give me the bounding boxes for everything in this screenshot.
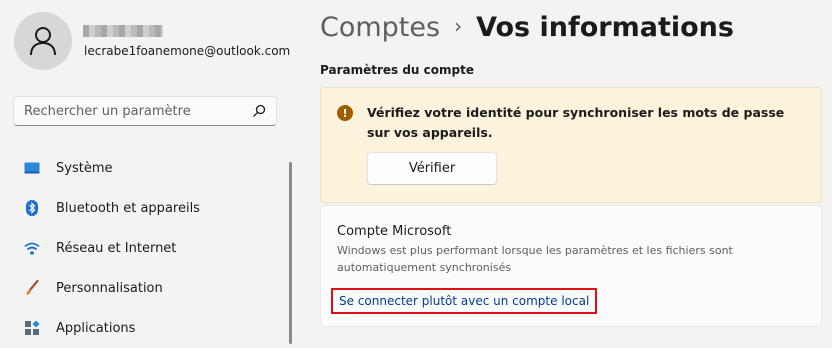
monitor-icon [24,160,40,176]
sidebar-scrollbar[interactable] [289,162,292,344]
sidebar-item-label: Bluetooth et appareils [56,200,200,216]
local-account-link[interactable]: Se connecter plutôt avec un compte local [331,288,598,314]
search-input[interactable]: Rechercher un paramètre [13,96,277,126]
sidebar-item-personnalisation[interactable]: Personnalisation [0,268,290,308]
card-description: Windows est plus performant lorsque les … [337,244,733,274]
breadcrumb-current: Vos informations [476,12,734,43]
page-title: Comptes › Vos informations [320,12,734,43]
search-icon[interactable] [252,104,266,118]
user-email: lecrabe1foanemone@outlook.com [84,44,291,58]
sidebar-item-label: Système [56,160,113,176]
sidebar-item-bluetooth[interactable]: Bluetooth et appareils [0,188,290,228]
person-icon [30,27,56,56]
apps-icon [24,320,40,336]
breadcrumb-parent[interactable]: Comptes [320,12,440,43]
sidebar-item-label: Réseau et Internet [56,240,177,256]
sidebar-nav: Système Bluetooth et appareils Réseau et… [0,148,290,348]
verify-button[interactable]: Vérifier [367,152,497,185]
avatar[interactable] [14,12,72,70]
microsoft-account-card: Compte Microsoft Windows est plus perfor… [320,205,822,327]
chevron-right-icon: › [454,14,463,38]
sidebar-item-label: Applications [56,320,136,336]
username-redacted [83,25,163,37]
sidebar-item-reseau[interactable]: Réseau et Internet [0,228,290,268]
wifi-icon [24,240,40,256]
sidebar-item-applications[interactable]: Applications [0,308,290,348]
warning-text: Vérifiez votre identité pour synchronise… [367,105,785,140]
warning-icon: ! [337,105,353,121]
sidebar-item-systeme[interactable]: Système [0,148,290,188]
search-placeholder: Rechercher un paramètre [24,103,191,119]
verify-identity-banner: ! Vérifiez votre identité pour synchroni… [320,87,822,203]
bluetooth-icon [24,200,40,216]
brush-icon [24,280,40,296]
sidebar-item-label: Personnalisation [56,280,163,296]
section-heading: Paramètres du compte [320,63,474,77]
card-title: Compte Microsoft [337,224,452,239]
